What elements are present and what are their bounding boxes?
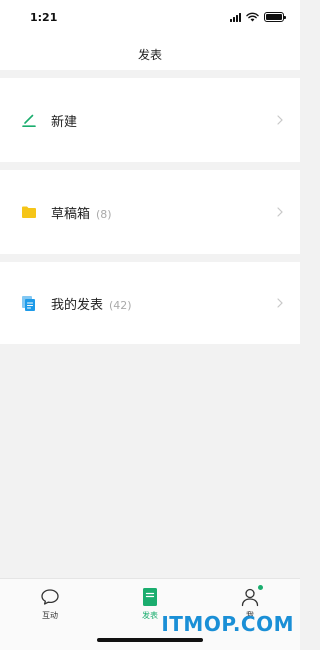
pen-icon xyxy=(20,111,38,129)
document-icon xyxy=(143,588,157,606)
person-icon xyxy=(241,588,259,607)
my-posts-label: 我的发表 (42) xyxy=(51,294,132,313)
chevron-right-icon xyxy=(277,115,283,125)
home-indicator xyxy=(97,638,203,642)
my-posts-row[interactable]: 我的发表 (42) xyxy=(0,262,300,344)
status-bar: 1:21 xyxy=(0,0,300,38)
tab-interact[interactable]: 互动 xyxy=(20,587,80,627)
drafts-row[interactable]: 草稿箱 (8) xyxy=(0,170,300,254)
wifi-icon xyxy=(246,12,259,22)
person-icon-wrap xyxy=(240,585,263,607)
chat-bubble-icon xyxy=(41,589,59,605)
notification-dot xyxy=(258,585,263,590)
my-posts-count: (42) xyxy=(109,298,132,312)
chevron-right-icon xyxy=(277,207,283,217)
new-post-label: 新建 xyxy=(51,111,77,130)
status-icons xyxy=(230,12,286,22)
chevron-right-icon xyxy=(277,298,283,308)
my-posts-text: 我的发表 xyxy=(51,297,104,313)
new-post-row[interactable]: 新建 xyxy=(0,78,300,162)
drafts-count: (8) xyxy=(96,207,112,221)
cellular-signal-icon xyxy=(230,13,241,22)
status-time: 1:21 xyxy=(30,11,58,24)
battery-icon xyxy=(264,12,286,22)
documents-icon xyxy=(20,294,38,312)
drafts-text: 草稿箱 xyxy=(51,206,91,222)
new-post-text: 新建 xyxy=(51,114,78,130)
tab-publish-label: 发表 xyxy=(142,611,158,620)
drafts-label: 草稿箱 (8) xyxy=(51,203,112,222)
watermark: ITMOP.COM xyxy=(161,612,294,636)
folder-icon xyxy=(20,203,38,221)
page-title: 发表 xyxy=(137,47,162,62)
tab-interact-label: 互动 xyxy=(42,611,58,620)
nav-bar: 发表 xyxy=(0,38,300,70)
